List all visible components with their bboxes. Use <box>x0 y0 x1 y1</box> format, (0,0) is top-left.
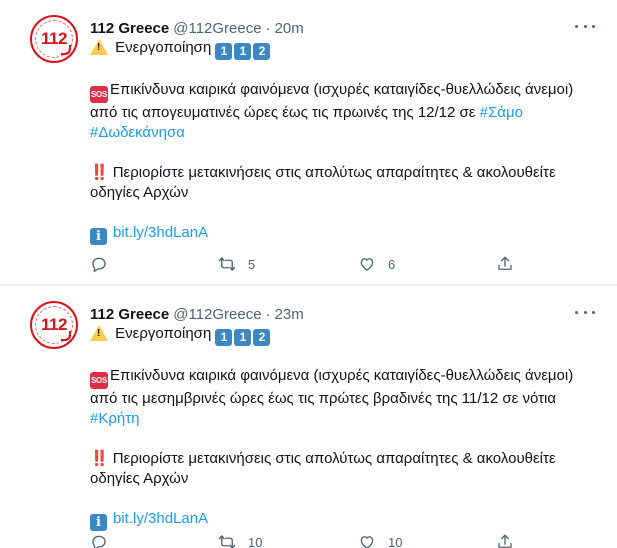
separator-dot: · <box>265 19 271 37</box>
keycap-one-icon: 1 <box>215 329 233 346</box>
keycap-two-icon: 2 <box>253 43 271 60</box>
tweet-text: Ενεργοποίηση 112 SOSΕπικίνδυνα καιρικά φ… <box>90 38 600 245</box>
warning-text: από τις απογευματινές ώρες έως τις πρωιν… <box>90 104 476 121</box>
activation-text: Ενεργοποίηση <box>115 325 212 342</box>
advice-line: ‼️ Περιορίστε μετακινήσεις στις απολύτως … <box>90 449 600 469</box>
more-horizontal-icon <box>575 24 578 28</box>
retweet-icon <box>218 535 236 548</box>
like-count: 6 <box>388 256 396 272</box>
more-horizontal-icon <box>575 310 578 314</box>
double-exclamation-icon: ‼️ <box>90 450 109 467</box>
warning-icon <box>90 325 108 341</box>
warning-line: SOS Επικίνδυνα καιρικά φαινόμενα (ισχυρές… <box>90 80 600 103</box>
hashtag-line: #Κρήτη <box>90 409 600 429</box>
phone-icon <box>61 331 71 341</box>
hashtag-link[interactable]: #Δωδεκάνησα <box>90 124 185 141</box>
warning-text: από τις μεσημβρινές ώρες έως τις πρώτες … <box>90 390 557 407</box>
author-name[interactable]: 112 Greece <box>90 306 169 323</box>
separator-dot: · <box>265 305 271 323</box>
keycap-one-icon: 1 <box>234 329 252 346</box>
keycap-one-icon: 1 <box>234 43 252 60</box>
share-button[interactable] <box>496 532 514 548</box>
heart-icon <box>360 258 374 271</box>
sos-icon: SOS <box>90 372 108 389</box>
link-line: i bit.ly/3hdLanA <box>90 223 600 245</box>
advice-text: Περιορίστε μετακινήσεις στις απολύτως απ… <box>112 164 556 181</box>
advice-text: οδηγίες Αρχών <box>90 470 189 487</box>
more-options-button[interactable] <box>575 304 595 320</box>
share-icon <box>498 256 512 270</box>
tweet[interactable]: 112 112 Greece @112Greece · 20m Ενεργοπο… <box>0 0 617 285</box>
retweet-count: 10 <box>248 534 263 548</box>
advice-line: οδηγίες Αρχών <box>90 183 600 203</box>
timeline: 112 112 Greece @112Greece · 20m Ενεργοπο… <box>0 0 617 548</box>
tweet-time[interactable]: 23m <box>275 306 304 323</box>
keycap-one-icon: 1 <box>215 43 233 60</box>
activation-line: Ενεργοποίηση 112 <box>90 324 600 346</box>
sos-icon: SOS <box>90 86 108 103</box>
tweet-text: Ενεργοποίηση 112 SOSΕπικίνδυνα καιρικά φ… <box>90 324 600 531</box>
hashtag-line: #Δωδεκάνησα <box>90 123 600 143</box>
author-handle[interactable]: @112Greece <box>173 20 261 37</box>
more-dot <box>592 310 595 314</box>
warning-line: από τις απογευματινές ώρες έως τις πρωιν… <box>90 103 600 123</box>
reply-button[interactable] <box>90 532 108 548</box>
short-link[interactable]: bit.ly/3hdLanA <box>113 510 208 527</box>
activation-line: Ενεργοποίηση 112 <box>90 38 600 60</box>
heart-icon <box>360 536 374 548</box>
warning-line: SOS Επικίνδυνα καιρικά φαινόμενα (ισχυρές… <box>90 366 600 389</box>
more-dot <box>583 310 587 314</box>
advice-text: οδηγίες Αρχών <box>90 184 189 201</box>
hashtag-link[interactable]: #Κρήτη <box>90 410 140 427</box>
advice-line: ‼️ Περιορίστε μετακινήσεις στις απολύτως … <box>90 163 600 183</box>
tweet-time[interactable]: 20m <box>275 20 304 37</box>
reply-icon <box>92 535 106 548</box>
tweet[interactable]: 112 112 Greece @112Greece · 23m Ενεργοπο… <box>0 285 617 548</box>
hashtag-link[interactable]: #Σάμο <box>480 104 523 121</box>
share-icon <box>498 534 512 548</box>
like-count: 10 <box>388 534 403 548</box>
retweet-button[interactable]: 10 <box>218 532 262 548</box>
warning-icon <box>90 39 108 55</box>
warning-text: Επικίνδυνα καιρικά φαινόμενα (ισχυρές κα… <box>110 81 574 98</box>
tweet-actions: 5 6 <box>90 254 520 274</box>
like-button[interactable]: 10 <box>358 532 402 548</box>
like-button[interactable]: 6 <box>358 254 395 274</box>
double-exclamation-icon: ‼️ <box>90 164 109 181</box>
share-button[interactable] <box>496 254 514 274</box>
info-icon: i <box>90 514 107 531</box>
tweet-header: 112 Greece @112Greece · 23m <box>90 304 304 324</box>
link-line: i bit.ly/3hdLanA <box>90 509 600 531</box>
retweet-icon <box>218 257 236 271</box>
avatar[interactable]: 112 <box>30 15 78 63</box>
info-icon: i <box>90 228 107 245</box>
author-name[interactable]: 112 Greece <box>90 20 169 37</box>
phone-icon <box>61 45 71 55</box>
author-handle[interactable]: @112Greece <box>173 306 261 323</box>
avatar[interactable]: 112 <box>30 301 78 349</box>
warning-line: από τις μεσημβρινές ώρες έως τις πρώτες … <box>90 389 600 409</box>
more-options-button[interactable] <box>575 18 595 34</box>
keycap-two-icon: 2 <box>253 329 271 346</box>
retweet-count: 5 <box>248 256 256 272</box>
activation-text: Ενεργοποίηση <box>115 39 212 56</box>
more-dot <box>583 24 587 28</box>
advice-line: οδηγίες Αρχών <box>90 469 600 489</box>
reply-button[interactable] <box>90 254 108 274</box>
retweet-button[interactable]: 5 <box>218 254 255 274</box>
tweet-actions: 10 10 <box>90 532 520 548</box>
warning-text: Επικίνδυνα καιρικά φαινόμενα (ισχυρές κα… <box>110 367 574 384</box>
reply-icon <box>92 257 106 273</box>
tweet-header: 112 Greece @112Greece · 20m <box>90 18 304 38</box>
short-link[interactable]: bit.ly/3hdLanA <box>113 224 208 241</box>
more-dot <box>592 24 595 28</box>
advice-text: Περιορίστε μετακινήσεις στις απολύτως απ… <box>112 450 556 467</box>
